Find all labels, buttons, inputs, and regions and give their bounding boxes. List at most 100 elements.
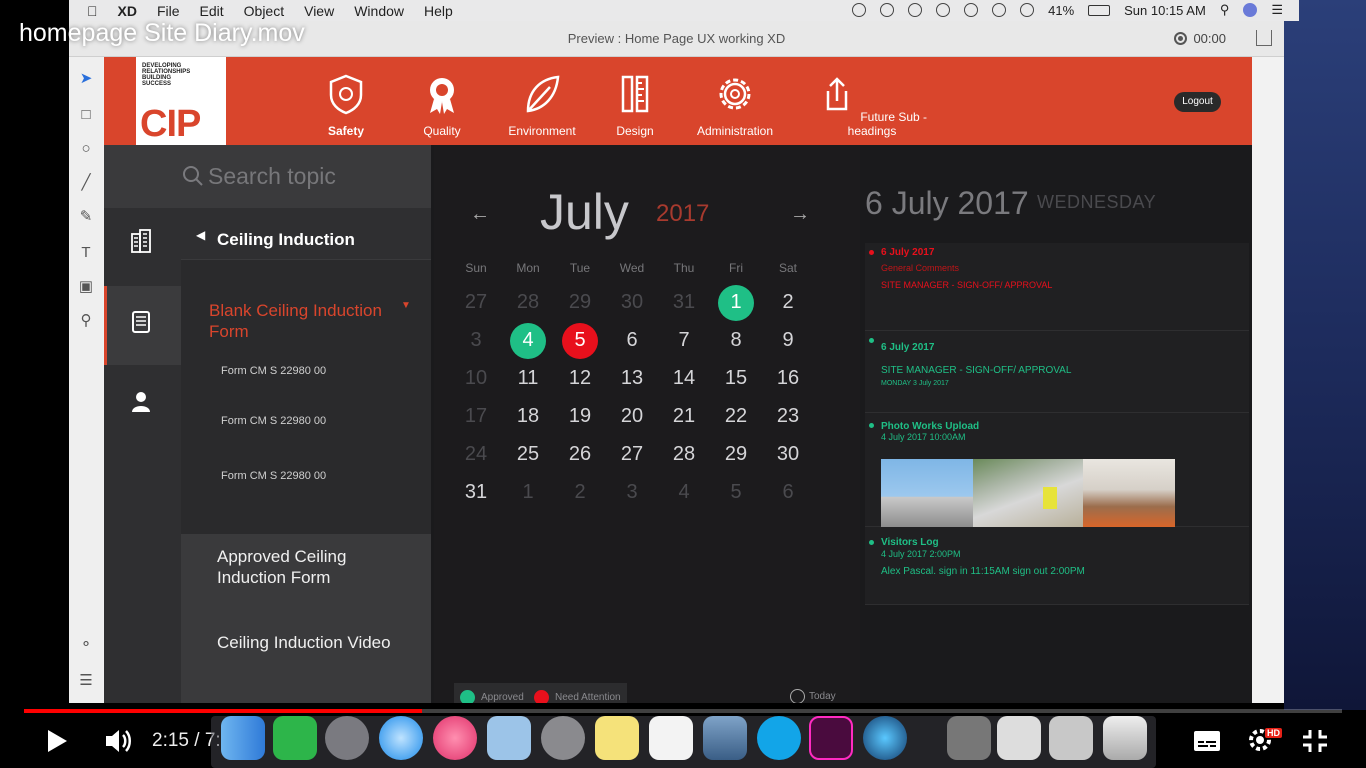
layers-icon[interactable]: ☰ [78,673,94,689]
photo-upload-entry[interactable]: Photo Works Upload 4 July 2017 10:00AM [865,413,1249,527]
calendar-day[interactable]: 15 [710,359,762,397]
zoom-tool-icon[interactable]: ⚲ [78,313,94,329]
itunes-icon[interactable] [433,716,477,760]
play-icon[interactable] [46,729,68,753]
nav-design[interactable]: Design [610,73,660,138]
record-icon[interactable] [1174,32,1188,45]
artboard-tool-icon[interactable]: ▣ [78,279,94,295]
bluetooth-icon[interactable] [964,3,979,17]
battery-percent[interactable]: 41% [1048,3,1074,18]
nav-environment[interactable]: Environment [506,73,578,138]
skype-icon[interactable] [757,716,801,760]
calendar-day[interactable]: 24 [450,435,502,473]
dock-window-thumbnail[interactable] [947,716,991,760]
calendar-day[interactable]: 29 [710,435,762,473]
legend-approved[interactable]: Approved [454,683,530,703]
cip-logo[interactable]: DEVELOPING RELATIONSHIPS BUILDING SUCCES… [136,57,226,145]
volume-icon[interactable] [104,727,134,755]
text-tool-icon[interactable]: T [78,245,94,261]
spotlight-icon[interactable]: ⚲ [1220,2,1230,18]
calendar-day[interactable]: 29 [554,283,606,321]
calendar-day[interactable]: 30 [762,435,814,473]
calendar-day[interactable]: 6 [606,321,658,359]
launchpad-icon[interactable] [325,716,369,760]
siri-icon[interactable] [1243,3,1258,17]
quicktime-icon[interactable] [863,716,907,760]
menu-view[interactable]: View [304,3,334,19]
nav-safety[interactable]: Safety [320,73,372,138]
subtitles-icon[interactable] [1193,730,1221,752]
mail-icon[interactable] [487,716,531,760]
calendar-day[interactable]: 19 [554,397,606,435]
calendar-day[interactable]: 9 [762,321,814,359]
search-input[interactable]: Search topic [208,163,336,190]
nav-future-sub-headings[interactable]: Future Sub - headings [810,73,934,138]
document-icon[interactable] [128,309,154,335]
calendar-day[interactable]: 28 [658,435,710,473]
menu-window[interactable]: Window [354,3,404,19]
nav-quality[interactable]: Quality [416,73,468,138]
calendar-day[interactable]: 21 [658,397,710,435]
photo-strip[interactable] [881,459,1175,527]
calendar-day[interactable]: 5 [710,473,762,511]
diary-entry[interactable]: 6 July 2017 General Comments SITE MANAGE… [865,243,1249,331]
site-photo[interactable] [973,459,1083,527]
calendar-day[interactable]: 11 [502,359,554,397]
calendar-day[interactable]: 1 [710,283,762,321]
prev-month-arrow[interactable]: ← [470,203,490,226]
site-photo[interactable] [1083,459,1175,527]
dropbox-icon[interactable] [908,3,923,17]
airplay-icon[interactable] [992,3,1007,17]
calendar-day[interactable]: 20 [606,397,658,435]
pen-tool-icon[interactable]: ✎ [78,209,94,225]
logout-button[interactable]: Logout [1174,92,1221,112]
form-item[interactable]: Form CM S 22980 00 [221,470,326,482]
diary-entry[interactable]: 6 July 2017 SITE MANAGER - SIGN-OFF/ APP… [865,331,1249,413]
calendar-day[interactable]: 3 [606,473,658,511]
check-status-icon[interactable] [880,3,895,17]
line-tool-icon[interactable]: ╱ [78,175,94,191]
symbols-icon[interactable]: ⚬ [78,637,94,653]
calendar-day[interactable]: 27 [606,435,658,473]
preview-icon[interactable] [703,716,747,760]
calendar-day[interactable]: 25 [502,435,554,473]
building-icon[interactable] [128,228,154,254]
next-month-arrow[interactable]: → [790,203,810,226]
form-item[interactable]: Form CM S 22980 00 [221,415,326,427]
induction-video-link[interactable]: Ceiling Induction Video [217,632,397,653]
ellipse-tool-icon[interactable]: ○ [78,141,94,157]
record-status-icon[interactable] [852,3,867,17]
search-bar[interactable]: Search topic [104,145,431,208]
apple-icon[interactable]:  [87,3,98,19]
worker-icon[interactable] [128,388,154,414]
notification-center-icon[interactable]: ☰ [1271,2,1283,18]
adobe-xd-icon[interactable] [809,716,853,760]
system-preferences-icon[interactable] [541,716,585,760]
section-header[interactable]: ◀ Ceiling Induction [181,208,431,260]
rectangle-tool-icon[interactable]: □ [78,107,94,123]
calendar-day[interactable]: 7 [658,321,710,359]
approved-form-link[interactable]: Approved Ceiling Induction Form [217,546,397,588]
visitors-log-entry[interactable]: Visitors Log 4 July 2017 2:00PM Alex Pas… [865,527,1249,605]
legend-attention[interactable]: Need Attention [528,683,627,703]
evernote-icon[interactable] [273,716,317,760]
submenu-title[interactable]: Blank Ceiling Induction Form [209,300,399,342]
menu-object[interactable]: Object [244,3,284,19]
calendar-day[interactable]: 31 [450,473,502,511]
calendar-day[interactable]: 13 [606,359,658,397]
trash-icon[interactable] [1103,716,1147,760]
calendar-day[interactable]: 10 [450,359,502,397]
exit-fullscreen-icon[interactable] [1302,729,1328,753]
calendar-day[interactable]: 14 [658,359,710,397]
calendar-day[interactable]: 6 [762,473,814,511]
calendar-day[interactable]: 31 [658,283,710,321]
calendar-day[interactable]: 12 [554,359,606,397]
menubar-clock[interactable]: Sun 10:15 AM [1124,3,1206,18]
calendar-day[interactable]: 4 [658,473,710,511]
calendar-day[interactable]: 18 [502,397,554,435]
calendar-day[interactable]: 8 [710,321,762,359]
reminders-icon[interactable] [649,716,693,760]
evernote-status-icon[interactable] [936,3,951,17]
calendar-day[interactable]: 30 [606,283,658,321]
dock-window-thumbnail[interactable] [1049,716,1093,760]
